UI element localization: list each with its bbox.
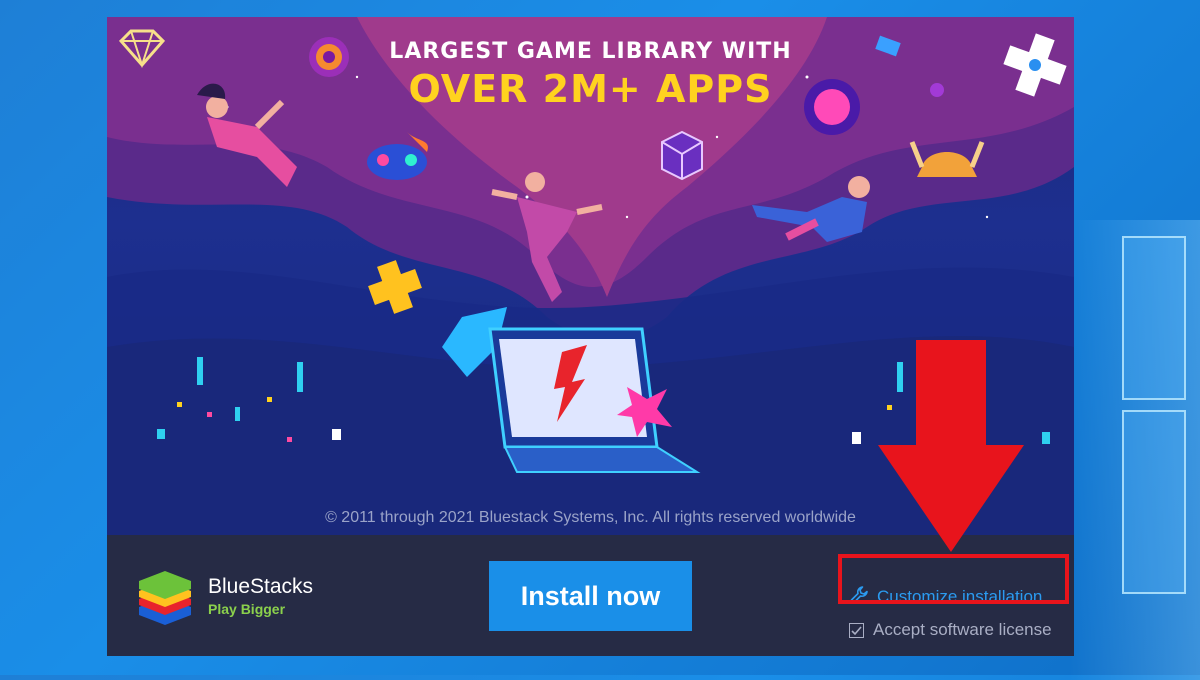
- accept-license-checkbox[interactable]: [849, 622, 864, 638]
- cube-icon: [661, 130, 703, 181]
- checkmark-icon: [851, 625, 862, 635]
- install-now-button[interactable]: Install now: [489, 561, 692, 631]
- bluestacks-logo-icon: [135, 567, 195, 629]
- accept-license-label: Accept software license: [873, 620, 1052, 639]
- brand-name: BlueStacks: [208, 575, 314, 598]
- windows-logo-pane-top: [1122, 236, 1186, 400]
- accept-license-row: Accept software license: [849, 619, 1052, 641]
- annotation-arrow-icon: [878, 340, 1024, 552]
- headline-line2: OVER 2M+ APPS: [408, 67, 773, 111]
- annotation-highlight-box: [838, 554, 1069, 604]
- windows-logo-pane-bottom: [1122, 410, 1186, 594]
- brand-tagline: Play Bigger: [208, 601, 286, 617]
- headline-line1: LARGEST GAME LIBRARY WITH: [389, 39, 792, 64]
